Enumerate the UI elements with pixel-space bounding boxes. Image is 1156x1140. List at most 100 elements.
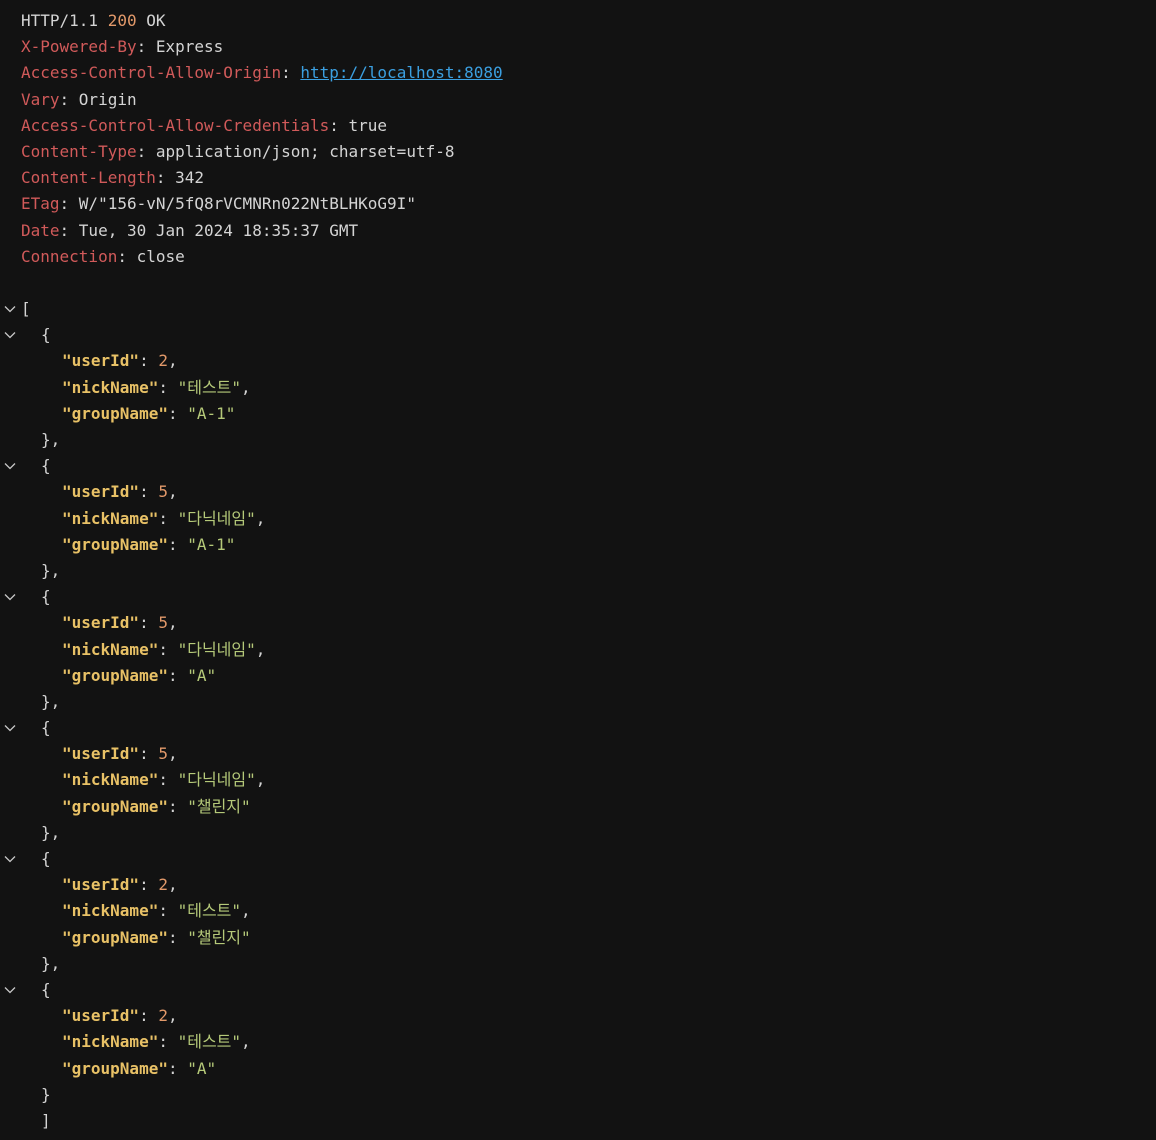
json-field-groupname: "groupName": "챌린지" [62,927,251,947]
header-name: Content-Type [21,141,137,161]
header-line: Connection: close [21,246,185,266]
header-line: Content-Type: application/json; charset=… [21,141,455,161]
json-key: "userId" [62,482,140,502]
json-field-userid: "userId": 2, [62,875,178,895]
json-field-groupname: "groupName": "챌린지" [62,796,251,816]
json-items: { "userId": 2, "nickName": "테스트", "groupNam… [0,322,1156,1108]
group-name-value: "A" [187,1058,217,1078]
json-object-open: { [0,715,1156,741]
json-object-close: }, [41,560,61,580]
header-value: Express [155,37,224,57]
nickname-value: "테스트" [177,1032,242,1052]
header-line: Access-Control-Allow-Credentials: true [21,115,388,135]
json-array-open: [ [0,296,1156,322]
json-object-open: { [0,584,1156,610]
json-field-userid: "userId": 2, [62,351,178,371]
header-line: Vary: Origin [21,89,137,109]
json-key: "nickName" [62,901,159,921]
chevron-down-icon[interactable] [4,304,16,314]
nickname-value: "테스트" [177,377,242,397]
header-name: Access-Control-Allow-Origin [21,63,282,83]
user-id-value: 2 [158,1006,168,1026]
json-object-close: }, [41,430,61,449]
json-field-nickname: "nickName": "다닉네임", [62,508,266,528]
header-value: application/json; charset=utf-8 [155,141,455,161]
json-key: "groupName" [62,1058,168,1078]
json-key: "nickName" [62,770,159,790]
json-key: "userId" [62,1006,140,1026]
group-name-value: "A-1" [187,534,236,554]
group-name-value: "챌린지" [187,796,251,816]
user-id-value: 5 [158,482,168,502]
user-id-value: 5 [158,744,168,764]
json-object-open: { [0,453,1156,479]
json-key: "groupName" [62,796,168,816]
json-field-groupname: "groupName": "A" [62,1058,217,1078]
status-text: OK [146,11,166,30]
json-field-nickname: "nickName": "테스트", [62,1032,251,1052]
nickname-value: "테스트" [177,901,242,921]
header-line: Content-Length: 342 [21,168,205,188]
header-line: ETag: W/"156-vN/5fQ8rVCMNRn022NtBLHKoG9I… [21,194,416,214]
origin-link[interactable]: http://localhost:8080 [300,63,502,82]
json-key: "groupName" [62,665,168,685]
user-id-value: 5 [158,613,168,633]
header-line: X-Powered-By: Express [21,37,224,57]
json-key: "groupName" [62,927,168,947]
http-response-viewer: HTTP/1.1 200 OK X-Powered-By: Express Ac… [0,8,1156,1134]
header-value: Origin [78,89,137,109]
nickname-value: "다닉네임" [177,508,256,528]
json-key: "groupName" [62,534,168,554]
json-field-groupname: "groupName": "A" [62,665,217,685]
json-object-open: { [0,322,1156,348]
chevron-down-icon[interactable] [4,723,16,733]
nickname-value: "다닉네임" [177,770,256,790]
header-name: X-Powered-By [21,37,137,57]
header-value: 342 [175,168,205,188]
json-key: "groupName" [62,403,168,423]
json-key: "userId" [62,744,140,764]
nickname-value: "다닉네임" [177,639,256,659]
json-field-userid: "userId": 5, [62,744,178,764]
header-name: Date [21,220,60,240]
json-field-nickname: "nickName": "테스트", [62,377,251,397]
json-key: "nickName" [62,1032,159,1052]
json-object-close: }, [41,691,61,711]
chevron-down-icon[interactable] [4,985,16,995]
status-line: HTTP/1.1 200 OK [0,8,1156,34]
json-field-userid: "userId": 2, [62,1006,178,1026]
json-key: "nickName" [62,377,159,397]
protocol: HTTP/1.1 [21,11,99,30]
header-name: ETag [21,194,60,214]
json-field-userid: "userId": 5, [62,613,178,633]
json-field-nickname: "nickName": "다닉네임", [62,770,266,790]
header-value: close [136,246,185,266]
json-field-groupname: "groupName": "A-1" [62,403,236,423]
chevron-down-icon[interactable] [4,592,16,602]
user-id-value: 2 [158,351,168,371]
json-key: "userId" [62,875,140,895]
json-field-groupname: "groupName": "A-1" [62,534,236,554]
json-field-nickname: "nickName": "테스트", [62,901,251,921]
chevron-down-icon[interactable] [4,330,16,340]
header-name: Content-Length [21,168,156,188]
json-key: "userId" [62,351,140,371]
header-value: true [348,115,388,135]
chevron-down-icon[interactable] [4,461,16,471]
json-object-close: }, [41,953,61,973]
json-object-close: } [41,1084,51,1104]
json-key: "userId" [62,613,140,633]
json-field-nickname: "nickName": "다닉네임", [62,639,266,659]
json-key: "nickName" [62,508,159,528]
chevron-down-icon[interactable] [4,854,16,864]
header-name: Access-Control-Allow-Credentials [21,115,330,135]
status-code: 200 [107,11,137,30]
json-object-open: { [0,846,1156,872]
json-field-userid: "userId": 5, [62,482,178,502]
json-object-open: { [0,977,1156,1003]
json-object-close: }, [41,822,61,842]
group-name-value: "챌린지" [187,927,251,947]
json-array-close: ] [41,1110,51,1130]
group-name-value: "A" [187,665,217,685]
